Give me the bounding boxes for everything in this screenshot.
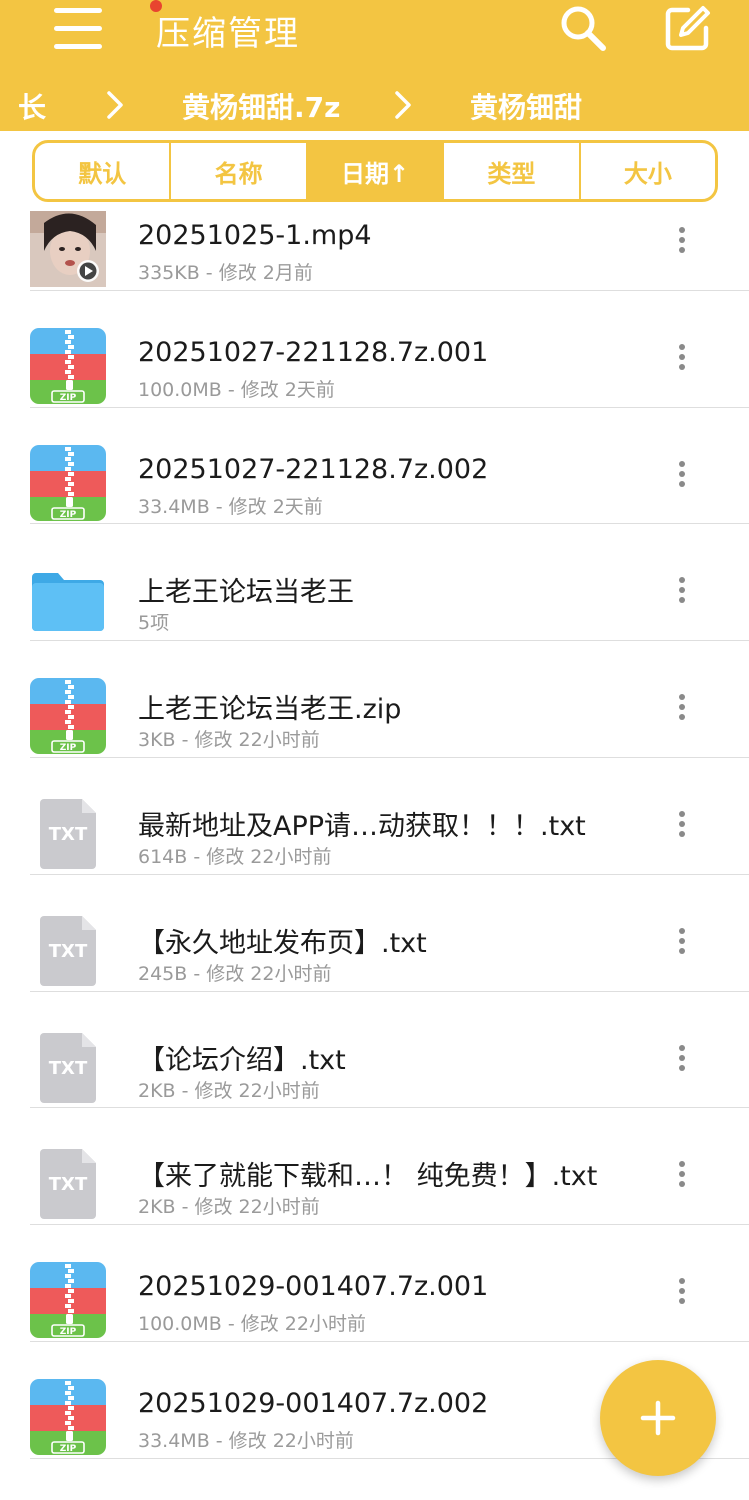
list-item[interactable]: TXT 最新地址及APP请…动获取！！！.txt 614B - 修改 22小时前 bbox=[0, 758, 749, 875]
file-meta: 2KB - 修改 22小时前 bbox=[138, 1196, 320, 1219]
more-options-icon[interactable] bbox=[662, 921, 702, 961]
zip-archive-icon: ZIP bbox=[30, 444, 106, 521]
list-item[interactable]: ZIP 20251027-221128.7z.001 100.0MB - 修改 … bbox=[0, 291, 749, 408]
file-meta: 100.0MB - 修改 22小时前 bbox=[138, 1313, 366, 1336]
svg-text:TXT: TXT bbox=[49, 824, 88, 845]
file-meta: 33.4MB - 修改 22小时前 bbox=[138, 1429, 354, 1452]
sort-tabs: 默认 名称 日期↑ 类型 大小 bbox=[32, 140, 718, 202]
breadcrumb: 长 黄杨钿甜.7z 黄杨钿甜 bbox=[0, 80, 749, 130]
file-meta: 5项 bbox=[138, 612, 170, 635]
file-name: 20251029-001407.7z.002 bbox=[138, 1387, 489, 1419]
svg-text:ZIP: ZIP bbox=[60, 1327, 77, 1337]
file-name: 上老王论坛当老王 bbox=[138, 577, 354, 609]
list-item[interactable]: 20251025-1.mp4 335KB - 修改 2月前 bbox=[0, 205, 749, 291]
svg-text:ZIP: ZIP bbox=[60, 743, 77, 753]
video-thumbnail-icon bbox=[30, 211, 106, 287]
file-meta: 335KB - 修改 2月前 bbox=[138, 262, 313, 284]
add-button[interactable] bbox=[600, 1360, 716, 1476]
edit-icon[interactable] bbox=[662, 2, 714, 54]
file-meta: 33.4MB - 修改 2天前 bbox=[138, 495, 323, 518]
list-item[interactable]: ZIP 20251027-221128.7z.002 33.4MB - 修改 2… bbox=[0, 408, 749, 525]
sort-tab-date[interactable]: 日期↑ bbox=[307, 143, 445, 199]
file-list: 20251025-1.mp4 335KB - 修改 2月前 ZIP 202510… bbox=[0, 205, 749, 1500]
zip-archive-icon: ZIP bbox=[30, 678, 106, 755]
breadcrumb-item[interactable]: 长 bbox=[18, 86, 52, 126]
svg-text:TXT: TXT bbox=[49, 1174, 88, 1195]
folder-icon bbox=[30, 561, 106, 637]
file-meta: 2KB - 修改 22小时前 bbox=[138, 1079, 320, 1102]
sort-tab-name[interactable]: 名称 bbox=[171, 143, 308, 199]
txt-file-icon: TXT bbox=[30, 1145, 106, 1221]
svg-text:ZIP: ZIP bbox=[60, 510, 77, 520]
more-options-icon[interactable] bbox=[662, 220, 702, 260]
file-name: 20251027-221128.7z.001 bbox=[138, 336, 489, 368]
app-bar: 压缩管理 长 黄杨钿甜.7z 黄杨钿甜 bbox=[0, 0, 749, 131]
file-name: 上老王论坛当老王.zip bbox=[138, 694, 402, 726]
more-options-icon[interactable] bbox=[662, 687, 702, 727]
file-name: 最新地址及APP请…动获取！！！.txt bbox=[138, 810, 586, 842]
sort-tab-type[interactable]: 类型 bbox=[444, 143, 581, 199]
file-name: 20251027-221128.7z.002 bbox=[138, 453, 489, 485]
file-name: 【来了就能下载和…！ 纯免费！】.txt bbox=[138, 1161, 598, 1193]
file-meta: 100.0MB - 修改 2天前 bbox=[138, 378, 335, 401]
sort-tab-size[interactable]: 大小 bbox=[581, 143, 715, 199]
file-name: 【论坛介绍】.txt bbox=[138, 1044, 346, 1076]
svg-text:TXT: TXT bbox=[49, 1058, 88, 1079]
chevron-right-icon bbox=[107, 91, 123, 119]
more-options-icon[interactable] bbox=[662, 570, 702, 610]
file-meta: 3KB - 修改 22小时前 bbox=[138, 729, 320, 752]
file-meta: 245B - 修改 22小时前 bbox=[138, 962, 332, 985]
breadcrumb-item-current[interactable]: 黄杨钿甜 bbox=[470, 86, 582, 126]
more-options-icon[interactable] bbox=[662, 1038, 702, 1078]
more-options-icon[interactable] bbox=[662, 337, 702, 377]
list-item[interactable]: TXT 【论坛介绍】.txt 2KB - 修改 22小时前 bbox=[0, 992, 749, 1109]
svg-text:ZIP: ZIP bbox=[60, 1444, 77, 1454]
more-options-icon[interactable] bbox=[662, 1154, 702, 1194]
svg-text:ZIP: ZIP bbox=[60, 393, 77, 403]
txt-file-icon: TXT bbox=[30, 912, 106, 988]
list-item[interactable]: 上老王论坛当老王 5项 bbox=[0, 524, 749, 642]
breadcrumb-item[interactable]: 黄杨钿甜.7z bbox=[182, 86, 340, 126]
zip-archive-icon: ZIP bbox=[30, 327, 106, 404]
txt-file-icon: TXT bbox=[30, 1029, 106, 1105]
file-name: 【永久地址发布页】.txt bbox=[138, 927, 427, 959]
list-item[interactable]: TXT 【来了就能下载和…！ 纯免费！】.txt 2KB - 修改 22小时前 bbox=[0, 1108, 749, 1226]
more-options-icon[interactable] bbox=[662, 454, 702, 494]
more-options-icon[interactable] bbox=[662, 1271, 702, 1311]
chevron-right-icon bbox=[395, 91, 411, 119]
file-meta: 614B - 修改 22小时前 bbox=[138, 845, 332, 868]
hamburger-menu-icon[interactable] bbox=[50, 0, 162, 54]
list-item[interactable]: ZIP 上老王论坛当老王.zip 3KB - 修改 22小时前 bbox=[0, 641, 749, 758]
zip-archive-icon: ZIP bbox=[30, 1262, 106, 1339]
list-item[interactable]: ZIP 20251029-001407.7z.001 100.0MB - 修改 … bbox=[0, 1225, 749, 1342]
search-icon[interactable] bbox=[557, 2, 609, 54]
txt-file-icon: TXT bbox=[30, 795, 106, 871]
page-title: 压缩管理 bbox=[156, 14, 300, 54]
sort-tab-default[interactable]: 默认 bbox=[35, 143, 172, 199]
svg-text:TXT: TXT bbox=[49, 941, 88, 962]
file-name: 20251025-1.mp4 bbox=[138, 220, 372, 251]
more-options-icon[interactable] bbox=[662, 804, 702, 844]
zip-archive-icon: ZIP bbox=[30, 1378, 106, 1455]
list-item[interactable]: TXT 【永久地址发布页】.txt 245B - 修改 22小时前 bbox=[0, 875, 749, 992]
plus-icon bbox=[640, 1400, 676, 1436]
file-name: 20251029-001407.7z.001 bbox=[138, 1271, 489, 1303]
